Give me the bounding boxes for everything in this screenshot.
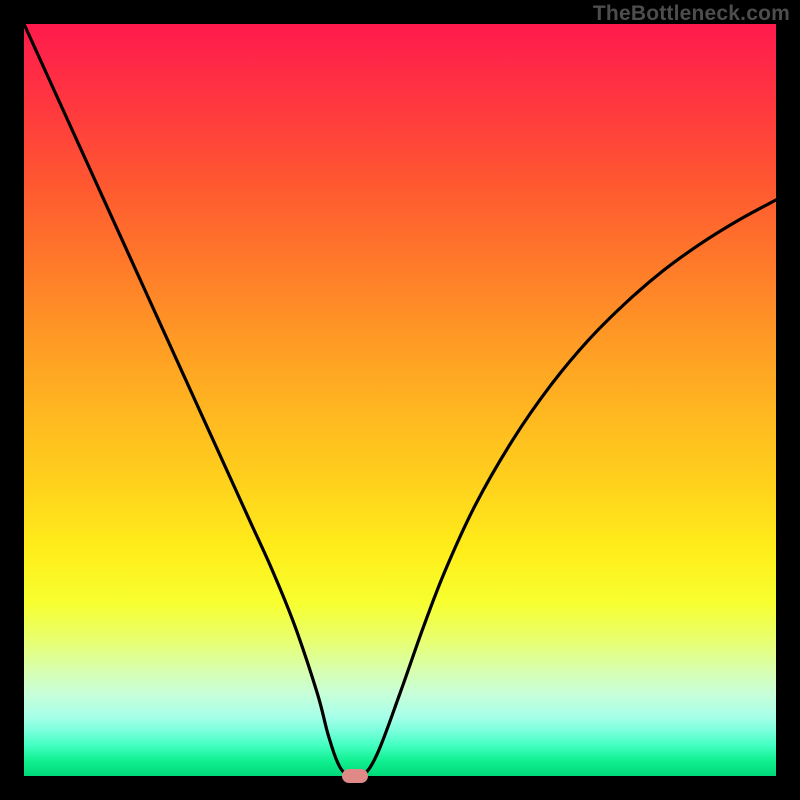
curve-layer [24, 24, 776, 776]
plot-area [24, 24, 776, 776]
optimum-marker [342, 769, 368, 783]
bottleneck-curve [24, 24, 776, 776]
chart-frame: TheBottleneck.com [0, 0, 800, 800]
watermark-text: TheBottleneck.com [593, 2, 790, 26]
